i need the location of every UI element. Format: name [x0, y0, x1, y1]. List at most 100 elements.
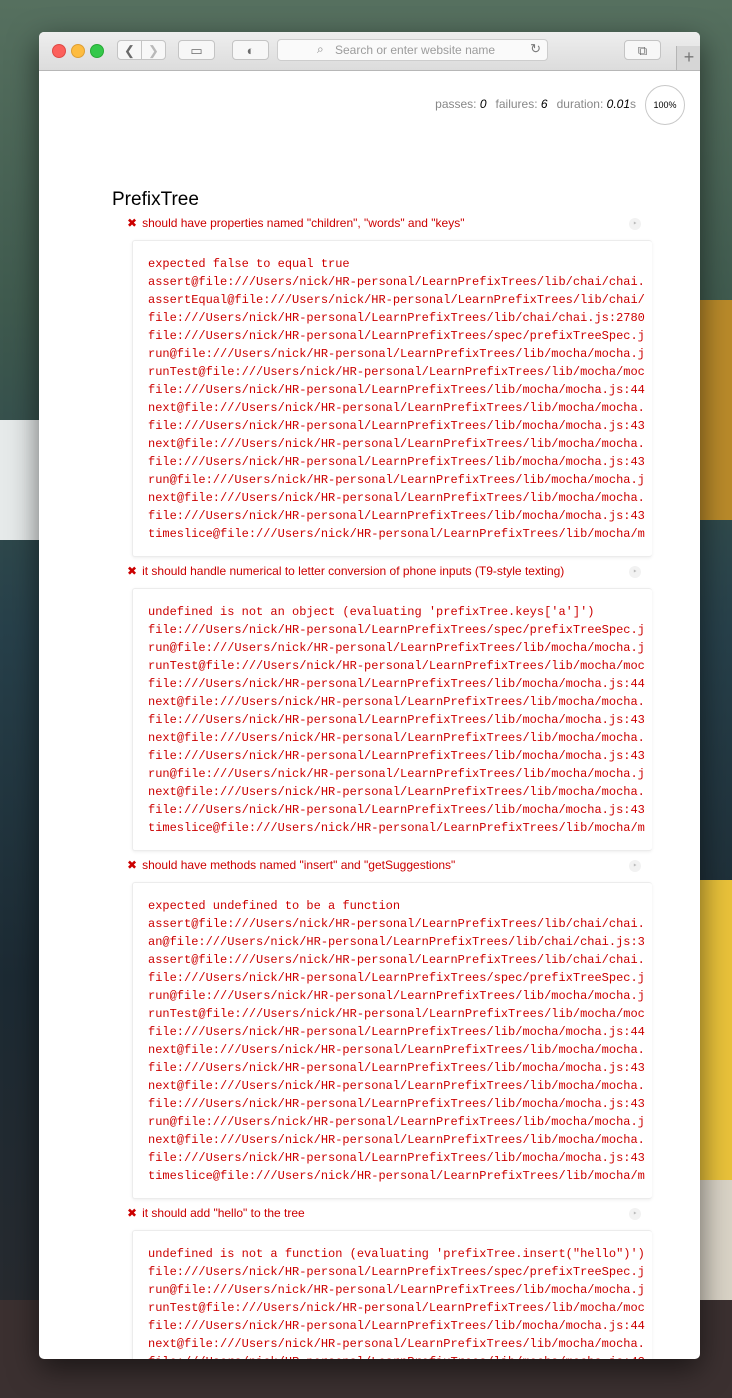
stack-line: timeslice@file:///Users/nick/HR-personal… [148, 821, 645, 835]
stack-line: file:///Users/nick/HR-personal/LearnPref… [148, 623, 645, 637]
stack-line: run@file:///Users/nick/HR-personal/Learn… [148, 473, 645, 487]
error-message: undefined is not a function (evaluating … [148, 1247, 645, 1261]
wallpaper-shape [700, 1180, 732, 1300]
stack-line: file:///Users/nick/HR-personal/LearnPref… [148, 1097, 645, 1111]
reload-icon[interactable]: ↻ [530, 41, 541, 57]
stack-line: file:///Users/nick/HR-personal/LearnPref… [148, 971, 645, 985]
test-title[interactable]: ✖ should have methods named "insert" and … [127, 858, 642, 876]
back-button[interactable]: ❮ [117, 40, 142, 60]
stack-line: next@file:///Users/nick/HR-personal/Lear… [148, 437, 645, 451]
chevron-right-icon: ❯ [148, 43, 159, 58]
stack-line: assertEqual@file:///Users/nick/HR-person… [148, 293, 645, 307]
stack-line: file:///Users/nick/HR-personal/LearnPref… [148, 713, 645, 727]
error-stack: expected undefined to be a function asser… [132, 882, 652, 1199]
replay-icon[interactable]: ‣ [629, 1208, 641, 1220]
test-title-text: it should handle numerical to letter con… [142, 564, 565, 578]
mocha-stats: passes: 0 failures: 6 duration: 0.01s [435, 97, 636, 111]
show-tabs-button[interactable]: ⧉ [624, 40, 661, 60]
stack-line: file:///Users/nick/HR-personal/LearnPref… [148, 1319, 645, 1333]
replay-icon[interactable]: ‣ [629, 566, 641, 578]
test-title[interactable]: ✖ should have properties named "children"… [127, 216, 642, 234]
failures-count: 6 [540, 97, 548, 111]
sidebar-icon: ▭ [190, 43, 203, 58]
test-title-text: should have properties named "children",… [142, 216, 465, 230]
stack-line: run@file:///Users/nick/HR-personal/Learn… [148, 1115, 645, 1129]
duration-unit: s [630, 97, 636, 111]
replay-icon[interactable]: ‣ [629, 218, 641, 230]
test-item: ✖ should have methods named "insert" and … [127, 858, 652, 1199]
stack-line: next@file:///Users/nick/HR-personal/Lear… [148, 731, 645, 745]
test-item: ✖ should have properties named "children"… [127, 216, 652, 557]
stack-line: file:///Users/nick/HR-personal/LearnPref… [148, 1151, 645, 1165]
stack-line: next@file:///Users/nick/HR-personal/Lear… [148, 785, 645, 799]
chevron-left-icon: ❮ [124, 43, 135, 58]
replay-icon[interactable]: ‣ [629, 860, 641, 872]
stack-line: runTest@file:///Users/nick/HR-personal/L… [148, 365, 645, 379]
stack-line: assert@file:///Users/nick/HR-personal/Le… [148, 917, 645, 931]
stack-line: file:///Users/nick/HR-personal/LearnPref… [148, 311, 645, 325]
stack-line: file:///Users/nick/HR-personal/LearnPref… [148, 1265, 645, 1279]
suite-title[interactable]: PrefixTree [112, 189, 199, 211]
reader-button[interactable]: ◐ [232, 40, 269, 60]
stack-line: next@file:///Users/nick/HR-personal/Lear… [148, 1133, 645, 1147]
stack-line: run@file:///Users/nick/HR-personal/Learn… [148, 641, 645, 655]
stack-line: assert@file:///Users/nick/HR-personal/Le… [148, 953, 645, 967]
error-message: undefined is not an object (evaluating '… [148, 605, 595, 619]
test-title[interactable]: ✖ it should handle numerical to letter co… [127, 564, 642, 582]
fail-icon: ✖ [127, 216, 138, 230]
test-title[interactable]: ✖ it should add "hello" to the tree ‣ [127, 1206, 642, 1224]
stack-line: file:///Users/nick/HR-personal/LearnPref… [148, 455, 645, 469]
plus-icon: + [683, 47, 695, 67]
address-bar[interactable]: ⌕ Search or enter website name ↻ [277, 39, 548, 61]
duration-label: duration: [556, 97, 604, 111]
stack-line: runTest@file:///Users/nick/HR-personal/L… [148, 1301, 645, 1315]
test-item: ✖ it should add "hello" to the tree ‣ undef… [127, 1206, 652, 1359]
stack-line: next@file:///Users/nick/HR-personal/Lear… [148, 1079, 645, 1093]
zoom-window-button[interactable] [90, 44, 104, 58]
stack-line: file:///Users/nick/HR-personal/LearnPref… [148, 383, 645, 397]
sidebar-button[interactable]: ▭ [178, 40, 215, 60]
reader-icon: ◐ [246, 43, 255, 58]
test-title-text: it should add "hello" to the tree [142, 1206, 305, 1220]
minimize-window-button[interactable] [71, 44, 85, 58]
passes-count: 0 [479, 97, 487, 111]
error-message: expected undefined to be a function [148, 899, 401, 913]
page-content: passes: 0 failures: 6 duration: 0.01s 100%… [39, 71, 700, 1359]
wallpaper-shape [700, 300, 732, 520]
address-placeholder: Search or enter website name [335, 43, 496, 57]
stack-line: file:///Users/nick/HR-personal/LearnPref… [148, 1025, 645, 1039]
forward-button[interactable]: ❯ [141, 40, 166, 60]
stack-line: file:///Users/nick/HR-personal/LearnPref… [148, 329, 645, 343]
stack-line: file:///Users/nick/HR-personal/LearnPref… [148, 419, 645, 433]
stack-line: file:///Users/nick/HR-personal/LearnPref… [148, 677, 645, 691]
stack-line: assert@file:///Users/nick/HR-personal/Le… [148, 275, 645, 289]
stack-line: next@file:///Users/nick/HR-personal/Lear… [148, 695, 645, 709]
stack-line: next@file:///Users/nick/HR-personal/Lear… [148, 491, 645, 505]
browser-window: ❮ ❯ ▭ ◐ ⌕ Search or enter website name ↻… [39, 32, 700, 1359]
failures-stat[interactable]: failures: 6 [496, 97, 548, 111]
error-stack: expected false to equal true assert@file:… [132, 240, 652, 557]
stack-line: run@file:///Users/nick/HR-personal/Learn… [148, 347, 645, 361]
wallpaper-shape [0, 420, 40, 540]
passes-stat[interactable]: passes: 0 [435, 97, 486, 111]
stack-line: file:///Users/nick/HR-personal/LearnPref… [148, 749, 645, 763]
fail-icon: ✖ [127, 1206, 138, 1220]
stack-line: next@file:///Users/nick/HR-personal/Lear… [148, 401, 645, 415]
stack-line: run@file:///Users/nick/HR-personal/Learn… [148, 1283, 645, 1297]
progress-indicator: 100% [645, 85, 685, 125]
stack-line: an@file:///Users/nick/HR-personal/LearnP… [148, 935, 645, 949]
error-message: expected false to equal true [148, 257, 350, 271]
fail-icon: ✖ [127, 858, 138, 872]
stack-line: timeslice@file:///Users/nick/HR-personal… [148, 1169, 645, 1183]
browser-toolbar: ❮ ❯ ▭ ◐ ⌕ Search or enter website name ↻… [39, 32, 700, 71]
test-item: ✖ it should handle numerical to letter co… [127, 564, 652, 851]
error-stack: undefined is not an object (evaluating '… [132, 588, 652, 851]
stack-line: file:///Users/nick/HR-personal/LearnPref… [148, 1353, 652, 1359]
new-tab-button[interactable]: + [676, 46, 700, 70]
stack-line: run@file:///Users/nick/HR-personal/Learn… [148, 989, 645, 1003]
duration-value: 0.01 [606, 97, 630, 111]
test-title-text: should have methods named "insert" and "… [142, 858, 456, 872]
close-window-button[interactable] [52, 44, 66, 58]
stack-line: next@file:///Users/nick/HR-personal/Lear… [148, 1043, 645, 1057]
stack-line: runTest@file:///Users/nick/HR-personal/L… [148, 1007, 645, 1021]
